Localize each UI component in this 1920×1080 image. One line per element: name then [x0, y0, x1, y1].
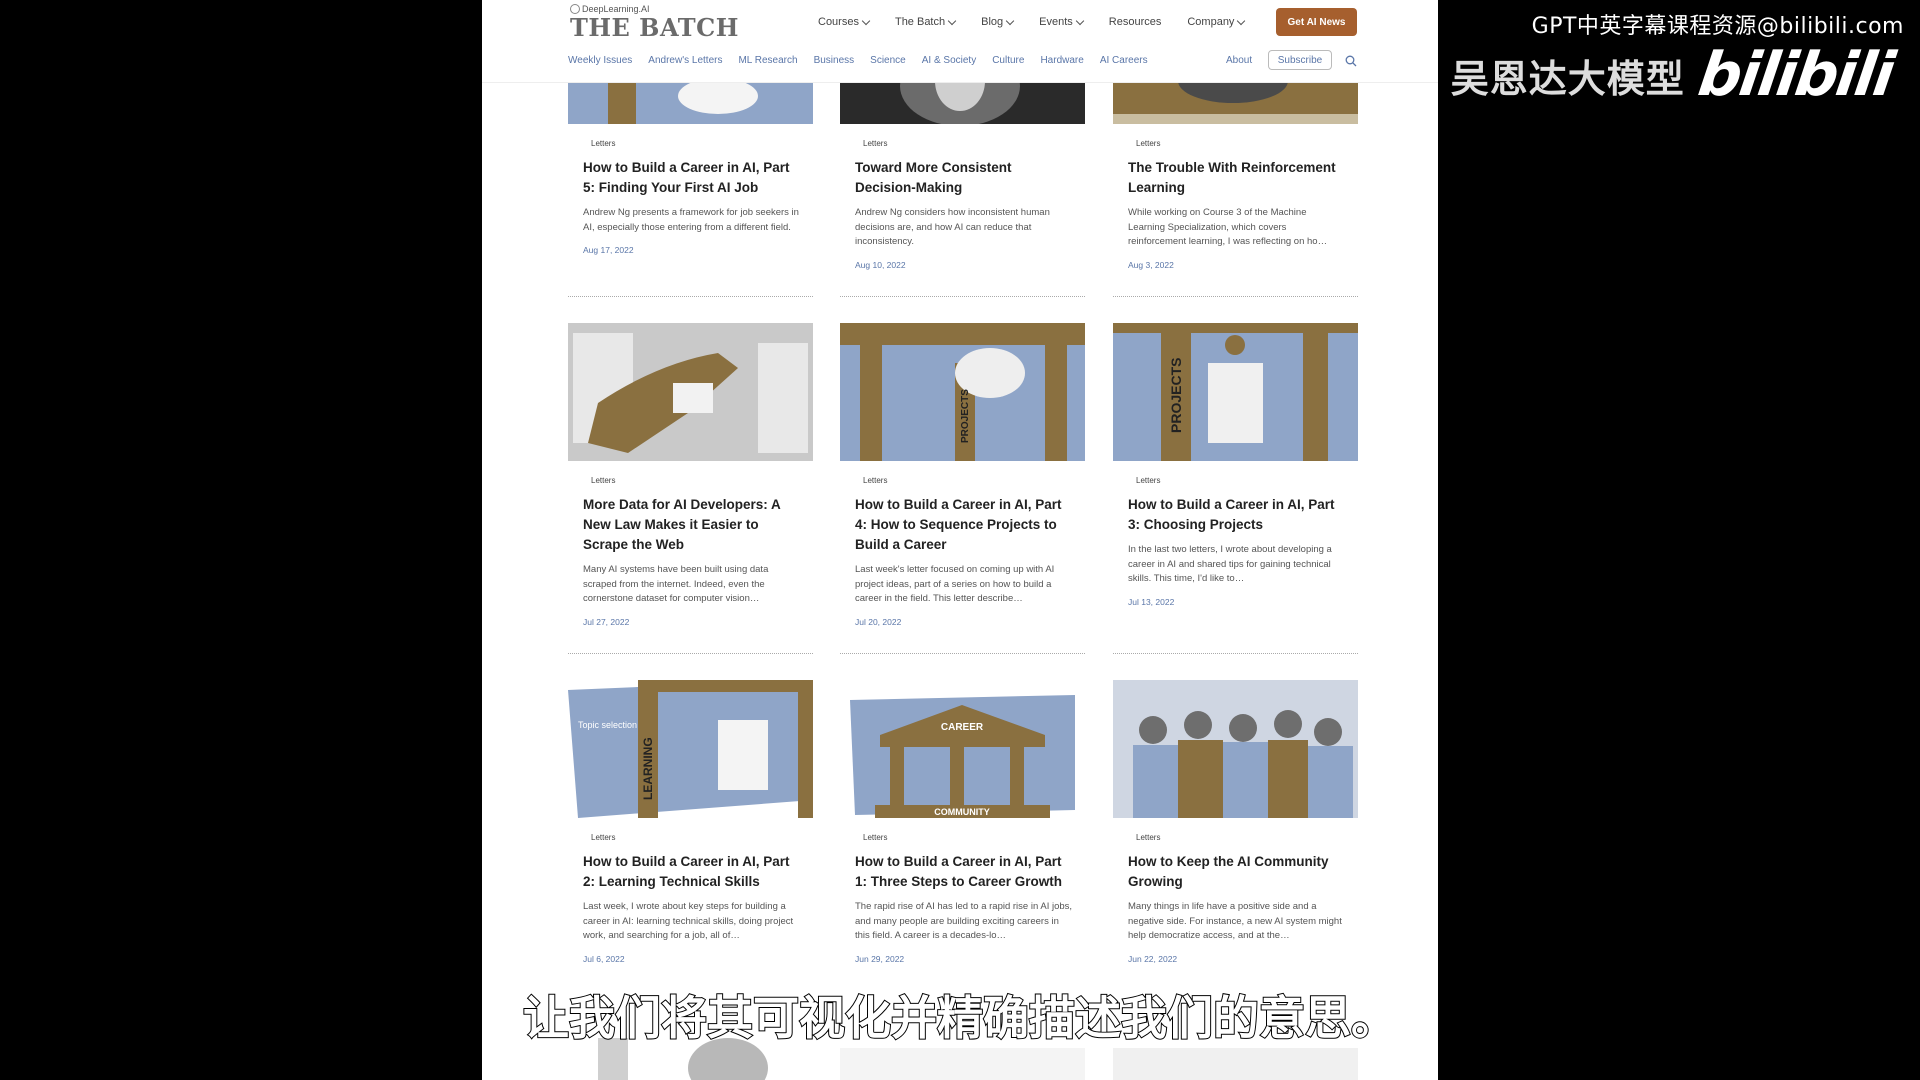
article-desc: While working on Course 3 of the Machine…: [1128, 207, 1328, 247]
article-thumbnail[interactable]: PROJECTS: [1113, 323, 1358, 461]
article-title[interactable]: How to Keep the AI Community Growing: [1128, 852, 1346, 892]
article-category: Letters: [863, 833, 888, 842]
article-desc: Last week's letter focused on coming up …: [855, 564, 1055, 604]
card-divider: [840, 653, 1085, 654]
article-category: Letters: [591, 833, 616, 842]
article-date: Jul 20, 2022: [855, 616, 902, 627]
article-card[interactable]: PROJECTS Letters How to Build a Career i…: [840, 323, 1085, 627]
nav-company[interactable]: Company: [1187, 16, 1246, 28]
article-card[interactable]: PROJECTS Letters How to Build a Career i…: [1113, 323, 1358, 607]
article-desc: The rapid rise of AI has led to a rapid …: [855, 901, 1073, 941]
article-category: Letters: [1136, 476, 1161, 485]
nav-events[interactable]: Events: [1039, 16, 1085, 28]
brand-logo[interactable]: DeepLearning.AI THE BATCH: [570, 4, 739, 42]
article-title[interactable]: Toward More Consistent Decision-Making: [855, 158, 1073, 198]
article-title[interactable]: The Trouble With Reinforcement Learning: [1128, 158, 1346, 198]
card-divider: [1113, 653, 1358, 654]
get-ai-news-button[interactable]: Get AI News: [1276, 8, 1357, 36]
svg-text:PROJECTS: PROJECTS: [960, 389, 971, 443]
article-thumbnail[interactable]: [1113, 680, 1358, 818]
article-desc: Andrew Ng presents a framework for job s…: [583, 207, 799, 233]
chevron-down-icon: [947, 16, 957, 25]
nav-blog[interactable]: Blog: [981, 16, 1015, 28]
article-desc: Many AI systems have been built using da…: [583, 564, 769, 604]
card-divider: [568, 653, 813, 654]
article-thumbnail[interactable]: PROJECTS: [840, 323, 1085, 461]
article-date: Jul 27, 2022: [583, 616, 630, 627]
chevron-down-icon: [1005, 16, 1015, 25]
article-card[interactable]: Topic selection LEARNING Letters How to …: [568, 680, 813, 964]
article-title[interactable]: More Data for AI Developers: A New Law M…: [583, 495, 801, 555]
svg-text:COMMUNITY: COMMUNITY: [934, 807, 990, 817]
video-subtitle: 让我们将其可视化并精确描述我们的意思。: [522, 990, 1398, 1046]
about-link[interactable]: About: [1226, 55, 1252, 66]
svg-text:PROJECTS: PROJECTS: [1168, 358, 1184, 433]
article-thumbnail[interactable]: CAREER COMMUNITY: [840, 680, 1085, 818]
brand-title: THE BATCH: [570, 13, 739, 42]
article-desc: Last week, I wrote about key steps for b…: [583, 901, 794, 941]
svg-text:CAREER: CAREER: [941, 722, 984, 733]
article-title[interactable]: How to Build a Career in AI, Part 5: Fin…: [583, 158, 801, 198]
article-date: Aug 17, 2022: [583, 245, 634, 255]
article-card[interactable]: Letters How to Keep the AI Community Gro…: [1113, 680, 1358, 964]
bilibili-logo: bilibili: [1693, 40, 1897, 110]
subnav-andrews-letters[interactable]: Andrew's Letters: [648, 55, 722, 66]
article-date: Jun 29, 2022: [855, 953, 905, 964]
subnav-science[interactable]: Science: [870, 55, 906, 66]
nav-resources[interactable]: Resources: [1109, 16, 1162, 28]
sub-nav: Weekly Issues Andrew's Letters ML Resear…: [568, 55, 1148, 66]
article-desc: Many things in life have a positive side…: [1128, 901, 1342, 941]
article-category: Letters: [1136, 833, 1161, 842]
subnav-business[interactable]: Business: [814, 55, 855, 66]
subnav-weekly-issues[interactable]: Weekly Issues: [568, 55, 632, 66]
watermark: 吴恩达大模型 bilibili: [1450, 40, 1897, 110]
article-category: Letters: [1136, 139, 1161, 148]
article-date: Jul 13, 2022: [1128, 596, 1175, 607]
article-date: Jul 6, 2022: [583, 953, 625, 964]
chevron-down-icon: [1237, 16, 1246, 25]
article-date: Aug 3, 2022: [1128, 259, 1174, 270]
video-frame: GPT中英字幕课程资源@bilibili.com 吴恩达大模型 bilibili…: [0, 0, 1920, 1080]
article-date: Aug 10, 2022: [855, 259, 906, 270]
article-category: Letters: [863, 476, 888, 485]
article-desc: Andrew Ng considers how inconsistent hum…: [855, 207, 1050, 247]
card-divider: [1113, 296, 1358, 297]
subnav-ml-research[interactable]: ML Research: [738, 55, 797, 66]
chevron-down-icon: [1075, 16, 1085, 25]
nav-the-batch[interactable]: The Batch: [895, 16, 957, 28]
article-title[interactable]: How to Build a Career in AI, Part 1: Thr…: [855, 852, 1073, 892]
article-date: Jun 22, 2022: [1128, 953, 1178, 964]
article-card[interactable]: CAREER COMMUNITY Letters How to Build a …: [840, 680, 1085, 964]
article-category: Letters: [591, 476, 616, 485]
article-desc: In the last two letters, I wrote about d…: [1128, 544, 1332, 584]
subnav-ai-careers[interactable]: AI Careers: [1100, 55, 1148, 66]
watermark-cn: 吴恩达大模型: [1450, 56, 1685, 101]
subnav-culture[interactable]: Culture: [992, 55, 1024, 66]
top-nav: Courses The Batch Blog Events Resources …: [818, 16, 1246, 28]
article-title[interactable]: How to Build a Career in AI, Part 3: Cho…: [1128, 495, 1346, 535]
site-header: DeepLearning.AI THE BATCH Courses The Ba…: [482, 0, 1438, 83]
watermark-source: GPT中英字幕课程资源@bilibili.com: [1531, 14, 1904, 39]
article-card[interactable]: Letters More Data for AI Developers: A N…: [568, 323, 813, 627]
svg-text:LEARNING: LEARNING: [641, 737, 655, 800]
subscribe-button[interactable]: Subscribe: [1268, 50, 1332, 70]
article-thumbnail[interactable]: Topic selection LEARNING: [568, 680, 813, 818]
article-category: Letters: [591, 139, 616, 148]
card-divider: [840, 296, 1085, 297]
chevron-down-icon: [861, 16, 871, 25]
nav-courses[interactable]: Courses: [818, 16, 871, 28]
subnav-hardware[interactable]: Hardware: [1040, 55, 1083, 66]
subnav-ai-society[interactable]: AI & Society: [922, 55, 976, 66]
svg-text:Topic selection: Topic selection: [578, 720, 637, 730]
article-title[interactable]: How to Build a Career in AI, Part 2: Lea…: [583, 852, 801, 892]
search-icon[interactable]: [1345, 55, 1357, 67]
article-thumbnail[interactable]: [568, 323, 813, 461]
card-divider: [568, 296, 813, 297]
article-category: Letters: [863, 139, 888, 148]
web-page: DeepLearning.AI THE BATCH Courses The Ba…: [482, 0, 1438, 1080]
article-title[interactable]: How to Build a Career in AI, Part 4: How…: [855, 495, 1073, 555]
